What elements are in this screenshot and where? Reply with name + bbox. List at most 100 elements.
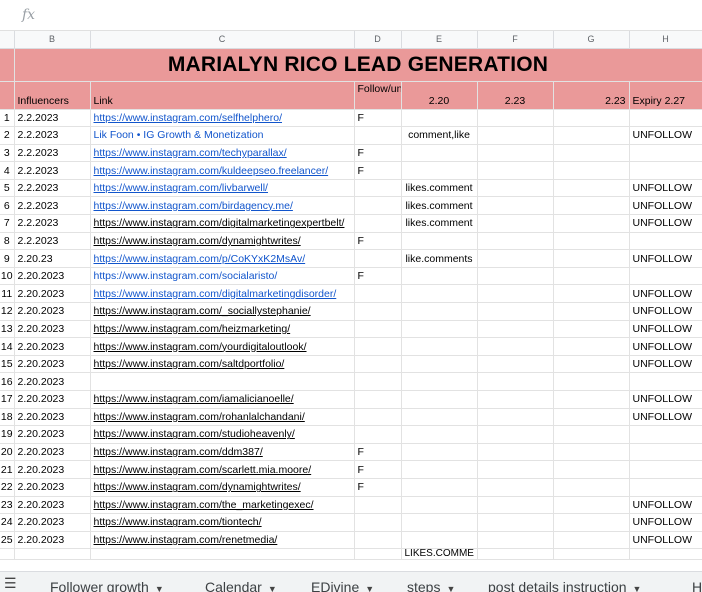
cell-f[interactable] <box>477 214 554 233</box>
influencer-date-cell[interactable]: 2.2.2023 <box>14 179 91 198</box>
cell-f[interactable] <box>477 460 554 479</box>
cell-f[interactable] <box>477 126 554 145</box>
status-cell[interactable] <box>629 478 702 497</box>
influencer-date-cell[interactable]: 2.20.2023 <box>14 478 91 497</box>
engagement-cell[interactable] <box>401 513 478 532</box>
status-cell[interactable] <box>629 425 702 444</box>
row-number[interactable]: 13 <box>0 320 15 339</box>
header-g[interactable]: 2.23 <box>553 81 630 110</box>
engagement-cell[interactable] <box>401 531 478 550</box>
cell[interactable] <box>553 548 630 561</box>
cell-g[interactable] <box>553 161 630 180</box>
influencer-date-cell[interactable]: 2.2.2023 <box>14 196 91 216</box>
cell[interactable] <box>14 548 91 561</box>
instagram-link[interactable]: https://www.instagram.com/renetmedia/ <box>94 534 278 546</box>
link-cell[interactable]: https://www.instagram.com/digitalmarketi… <box>90 284 355 304</box>
row-number[interactable]: 7 <box>0 214 15 233</box>
follow-cell[interactable]: F <box>354 460 402 479</box>
cell-g[interactable] <box>553 531 630 550</box>
status-cell[interactable] <box>629 460 702 479</box>
sheet-tab-steps[interactable]: steps ▼ <box>407 579 455 592</box>
link-cell[interactable]: https://www.instagram.com/studioheavenly… <box>90 425 355 444</box>
cell-f[interactable] <box>477 531 554 550</box>
row-number[interactable]: 14 <box>0 337 15 356</box>
follow-cell[interactable] <box>354 320 402 339</box>
row-number[interactable]: 6 <box>0 196 15 216</box>
row-number[interactable] <box>0 81 15 110</box>
link-cell[interactable]: https://www.instagram.com/saltdportfolio… <box>90 355 355 374</box>
cell-g[interactable] <box>553 214 630 233</box>
follow-cell[interactable] <box>354 284 402 304</box>
row-number[interactable]: 8 <box>0 232 15 251</box>
row-number[interactable]: 22 <box>0 478 15 497</box>
status-cell[interactable]: UNFOLLOW <box>629 214 702 233</box>
column-header-d[interactable]: D <box>354 31 402 49</box>
instagram-link[interactable]: https://www.instagram.com/birdagency.me/ <box>94 200 293 212</box>
link-cell[interactable]: https://www.instagram.com/birdagency.me/ <box>90 196 355 216</box>
instagram-link[interactable]: https://www.instagram.com/iamalicianoell… <box>94 393 294 405</box>
status-cell[interactable]: UNFOLLOW <box>629 249 702 268</box>
row-number[interactable]: 20 <box>0 443 15 462</box>
sheet-tab-follower-growth[interactable]: Follower growth ▼ <box>50 579 164 592</box>
all-sheets-menu-icon[interactable]: ☰ <box>4 575 17 592</box>
cell-f[interactable] <box>477 408 554 427</box>
instagram-link[interactable]: https://www.instagram.com/scarlett.mia.m… <box>94 464 312 476</box>
engagement-cell[interactable]: likes.comment <box>401 196 478 216</box>
follow-cell[interactable] <box>354 372 402 391</box>
follow-cell[interactable] <box>354 249 402 268</box>
instagram-link[interactable]: https://www.instagram.com/tiontech/ <box>94 516 262 528</box>
follow-cell[interactable] <box>354 513 402 532</box>
cell-g[interactable] <box>553 232 630 251</box>
instagram-link[interactable]: https://www.instagram.com/saltdportfolio… <box>94 358 285 370</box>
cell-g[interactable] <box>553 513 630 532</box>
engagement-cell[interactable]: likes.comment <box>401 214 478 233</box>
cell-g[interactable] <box>553 284 630 304</box>
link-cell[interactable]: https://www.instagram.com/scarlett.mia.m… <box>90 460 355 479</box>
status-cell[interactable]: UNFOLLOW <box>629 390 702 409</box>
status-cell[interactable] <box>629 372 702 391</box>
status-cell[interactable] <box>629 144 702 163</box>
follow-cell[interactable]: F <box>354 144 402 163</box>
column-header-g[interactable]: G <box>553 31 630 49</box>
influencer-date-cell[interactable]: 2.20.2023 <box>14 302 91 321</box>
link-cell[interactable]: https://www.instagram.com/iamalicianoell… <box>90 390 355 409</box>
status-cell[interactable] <box>629 109 702 128</box>
follow-cell[interactable] <box>354 496 402 515</box>
link-cell[interactable]: https://www.instagram.com/renetmedia/ <box>90 531 355 550</box>
row-number[interactable]: 23 <box>0 496 15 515</box>
engagement-cell[interactable] <box>401 144 478 163</box>
cell-g[interactable] <box>553 144 630 163</box>
sheet-title[interactable]: MARIALYN RICO LEAD GENERATION <box>14 48 702 82</box>
engagement-cell[interactable] <box>401 302 478 321</box>
row-number[interactable] <box>0 548 15 561</box>
influencer-date-cell[interactable]: 2.20.2023 <box>14 372 91 391</box>
link-cell[interactable]: https://www.instagram.com/techyparallax/ <box>90 144 355 163</box>
status-cell[interactable]: UNFOLLOW <box>629 408 702 427</box>
cell-f[interactable] <box>477 425 554 444</box>
status-cell[interactable]: UNFOLLOW <box>629 320 702 339</box>
row-number[interactable]: 5 <box>0 179 15 198</box>
engagement-cell[interactable] <box>401 425 478 444</box>
link-cell[interactable]: https://www.instagram.com/ddm387/ <box>90 443 355 462</box>
cell-g[interactable] <box>553 372 630 391</box>
instagram-link[interactable]: https://www.instagram.com/selfhelphero/ <box>94 112 283 124</box>
follow-cell[interactable] <box>354 196 402 216</box>
status-cell[interactable]: UNFOLLOW <box>629 179 702 198</box>
engagement-cell[interactable] <box>401 496 478 515</box>
row-number[interactable]: 1 <box>0 109 15 128</box>
follow-cell[interactable]: F <box>354 232 402 251</box>
column-header-e[interactable]: E <box>401 31 478 49</box>
status-cell[interactable] <box>629 267 702 286</box>
influencer-date-cell[interactable]: 2.20.2023 <box>14 460 91 479</box>
instagram-link[interactable]: https://www.instagram.com/techyparallax/ <box>94 147 287 159</box>
cell-f[interactable] <box>477 496 554 515</box>
link-cell[interactable]: https://www.instagram.com/dynamightwrite… <box>90 232 355 251</box>
link-cell[interactable]: Lik Foon • IG Growth & Monetization <box>90 126 355 145</box>
row-number[interactable]: 17 <box>0 390 15 409</box>
instagram-link[interactable]: https://www.instagram.com/dynamightwrite… <box>94 481 301 493</box>
header-link[interactable]: Link <box>90 81 355 110</box>
link-cell[interactable]: https://www.instagram.com/digitalmarketi… <box>90 214 355 233</box>
link-cell[interactable]: https://www.instagram.com/_sociallysteph… <box>90 302 355 321</box>
link-cell[interactable]: https://www.instagram.com/rohanlalchanda… <box>90 408 355 427</box>
cell-g[interactable] <box>553 460 630 479</box>
